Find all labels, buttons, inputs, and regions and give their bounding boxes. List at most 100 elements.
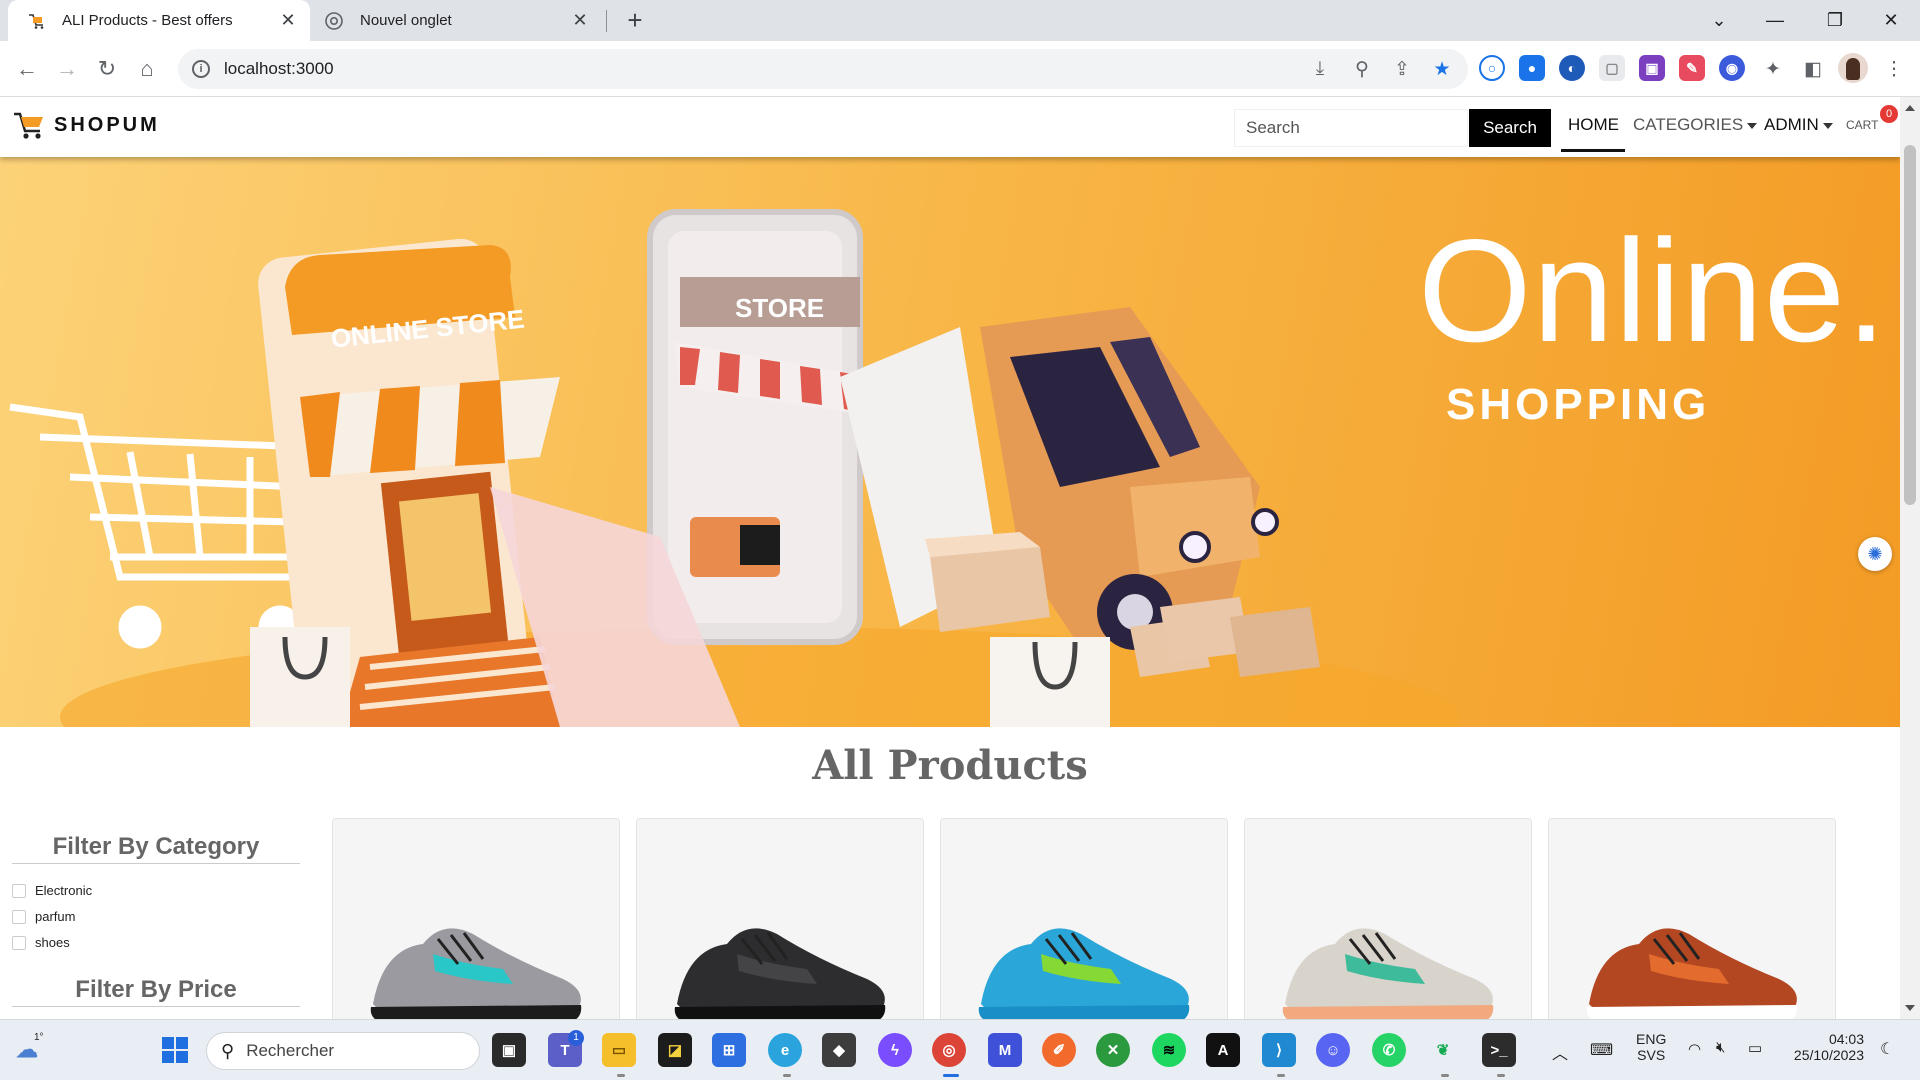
extension-drop-icon[interactable]: ●	[1519, 55, 1545, 81]
tab-title: ALI Products - Best offers	[62, 12, 233, 29]
search-input[interactable]	[1234, 109, 1468, 147]
running-indicator	[1277, 1074, 1285, 1077]
nav-categories-label: CATEGORIES	[1633, 115, 1744, 134]
messenger-icon[interactable]: ϟ	[878, 1033, 912, 1067]
extension-purple-icon[interactable]: ▣	[1639, 55, 1665, 81]
tab-ali-products[interactable]: ALI Products - Best offers ✕	[8, 0, 310, 41]
product-card[interactable]	[1548, 818, 1836, 1019]
address-url: localhost:3000	[224, 59, 334, 78]
language-indicator[interactable]: ENG SVS	[1636, 1031, 1666, 1063]
address-bar[interactable]: i localhost:3000	[178, 49, 1468, 89]
site-logo[interactable]: SHOPUM	[12, 110, 160, 140]
extension-orb-icon[interactable]: ◉	[1719, 55, 1745, 81]
nav-admin-label: ADMIN	[1764, 115, 1819, 134]
scroll-up-icon[interactable]	[1905, 105, 1915, 111]
checkbox[interactable]	[12, 909, 26, 924]
side-panel-icon[interactable]: ◧	[1795, 51, 1831, 87]
product-card[interactable]	[1244, 818, 1532, 1019]
close-window-icon[interactable]: ✕	[1862, 0, 1920, 41]
tab-nouvel-onglet[interactable]: Nouvel onglet ✕	[312, 0, 602, 41]
search-button[interactable]: Search	[1469, 109, 1551, 147]
taskbar-search[interactable]: ⚲ Rechercher	[206, 1032, 480, 1070]
spotify-icon[interactable]: ≋	[1152, 1033, 1186, 1067]
nav-admin[interactable]: ADMIN	[1764, 115, 1833, 135]
affinity-icon[interactable]: A	[1206, 1033, 1240, 1067]
cart-logo-icon	[12, 110, 46, 140]
web-page: SHOPUM Search HOME CATEGORIES ADMIN CART…	[0, 97, 1920, 1019]
product-card[interactable]	[332, 818, 620, 1019]
taskbar-search-placeholder: Rechercher	[246, 1041, 335, 1060]
vscode-icon[interactable]: ⟩	[1262, 1033, 1296, 1067]
install-icon[interactable]: ⤓	[1302, 51, 1338, 87]
delivery-truck-illustration	[840, 307, 1279, 650]
home-icon[interactable]: ⌂	[132, 54, 162, 84]
xbox-icon[interactable]: ✕	[1096, 1033, 1130, 1067]
zoom-icon[interactable]: ⚲	[1344, 51, 1380, 87]
terminal-icon[interactable]: >_	[1482, 1033, 1516, 1067]
filter-category-shoes[interactable]: shoes	[12, 935, 70, 950]
page-scrollbar[interactable]	[1900, 97, 1920, 1019]
back-icon[interactable]: ←	[12, 54, 42, 84]
extension-globe-icon[interactable]: ◐	[1559, 55, 1585, 81]
nav-categories[interactable]: CATEGORIES	[1633, 115, 1758, 135]
bookmark-star-icon[interactable]: ★	[1424, 51, 1460, 87]
extension-circle-icon[interactable]: ○	[1479, 55, 1505, 81]
edge-icon[interactable]: e	[768, 1033, 802, 1067]
volume-muted-icon[interactable]: 🔇︎	[1716, 1039, 1725, 1056]
postman-icon[interactable]: ✐	[1042, 1033, 1076, 1067]
clock[interactable]: 04:03 25/10/2023	[1784, 1031, 1864, 1063]
discord-icon[interactable]: ☺	[1316, 1033, 1350, 1067]
clock-time: 04:03	[1828, 1031, 1864, 1047]
windows-start-icon[interactable]	[158, 1033, 192, 1067]
microsoft-store-icon[interactable]: ⊞	[712, 1033, 746, 1067]
keyboard-icon[interactable]: ⌨	[1590, 1040, 1613, 1060]
new-tab-button[interactable]: +	[620, 6, 650, 36]
unity-icon[interactable]: ◆	[822, 1033, 856, 1067]
nav-cart[interactable]: CART	[1846, 118, 1878, 132]
wifi-icon[interactable]: ◠	[1688, 1040, 1701, 1058]
share-icon[interactable]: ⇪	[1384, 51, 1420, 87]
tab-close-icon[interactable]: ✕	[570, 10, 590, 31]
phone-store-illustration: STORE	[647, 209, 880, 645]
sticky-notes-icon[interactable]: ◪	[658, 1033, 692, 1067]
tab-search-chevron-icon[interactable]: ⌄	[1690, 0, 1748, 41]
checkbox[interactable]	[12, 883, 26, 898]
extension-red-icon[interactable]: ✎	[1679, 55, 1705, 81]
mathway-icon[interactable]: M	[988, 1033, 1022, 1067]
profile-avatar[interactable]	[1838, 53, 1868, 83]
notifications-icon[interactable]: ☾	[1880, 1039, 1894, 1059]
tab-close-icon[interactable]: ✕	[278, 10, 298, 31]
extensions-puzzle-icon[interactable]: ✦	[1755, 51, 1791, 87]
brand-name: SHOPUM	[54, 113, 160, 136]
scroll-thumb[interactable]	[1904, 145, 1916, 505]
restore-icon[interactable]: ❐	[1806, 0, 1864, 41]
nav-home[interactable]: HOME	[1568, 115, 1619, 135]
windows-taskbar: ☁ 1° ⚲ Rechercher ▣ T 1 ▭ ◪ ⊞ e ◆ ϟ ◎ M ✐…	[0, 1019, 1920, 1080]
screen: ALI Products - Best offers ✕ Nouvel ongl…	[0, 0, 1920, 1080]
extension-clipboard-icon[interactable]: ▢	[1599, 55, 1625, 81]
menu-dots-icon[interactable]: ⋮	[1876, 51, 1912, 87]
whatsapp-icon[interactable]: ✆	[1372, 1033, 1406, 1067]
site-info-icon[interactable]: i	[192, 60, 210, 78]
search-icon: ⚲	[221, 1040, 235, 1061]
filter-category-electronic[interactable]: Electronic	[12, 883, 92, 898]
chrome-taskbar-icon[interactable]: ◎	[932, 1033, 966, 1067]
language-sub: SVS	[1637, 1047, 1666, 1063]
file-explorer-icon[interactable]: ▭	[602, 1033, 636, 1067]
checkbox[interactable]	[12, 935, 26, 950]
tray-chevron-icon[interactable]: ︿	[1552, 1040, 1568, 1064]
minimize-icon[interactable]: —	[1746, 0, 1804, 41]
active-underline	[1561, 149, 1625, 152]
reload-icon[interactable]: ↻	[92, 54, 122, 84]
product-card[interactable]	[940, 818, 1228, 1019]
product-card[interactable]	[636, 818, 924, 1019]
assistant-floating-icon[interactable]: ✺	[1858, 537, 1892, 571]
shopping-bag-left	[250, 627, 350, 727]
task-view-icon[interactable]: ▣	[492, 1033, 526, 1067]
battery-icon[interactable]: ▭	[1748, 1039, 1762, 1057]
forward-icon[interactable]: →	[52, 54, 82, 84]
scroll-down-icon[interactable]	[1905, 1005, 1915, 1011]
mongodb-icon[interactable]: ❦	[1426, 1033, 1460, 1067]
browser-tab-bar: ALI Products - Best offers ✕ Nouvel ongl…	[0, 0, 1920, 41]
filter-category-parfum[interactable]: parfum	[12, 909, 75, 924]
